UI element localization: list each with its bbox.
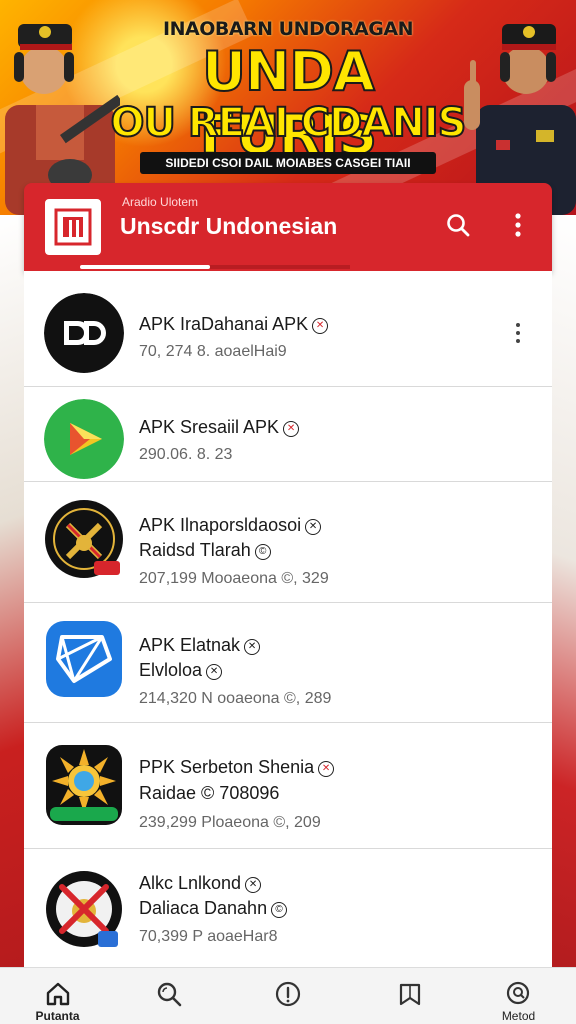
info-icon <box>275 981 300 1007</box>
app-developer: Raidae © 708096 <box>139 783 280 803</box>
item-menu-button[interactable] <box>506 315 530 351</box>
app-meta: 70,399 P aoaeHar8 <box>139 928 278 945</box>
app-meta: 70, 274 8. aoaelHai9 <box>139 343 287 360</box>
hero-kicker-text: INAOBARN UNDORAGAN <box>163 18 413 40</box>
nav-bookmarks[interactable] <box>352 968 467 1024</box>
background-flag-right <box>552 215 576 975</box>
inactive-tab-indicator <box>210 265 350 269</box>
app-developer: Elvloloa ✕ <box>139 660 223 681</box>
more-options-button[interactable] <box>500 207 536 243</box>
verified-badge-icon: ✕ <box>206 664 223 680</box>
app-meta: 239,299 Ploaeona ©, 209 <box>139 814 321 831</box>
sun-logo-icon <box>44 743 124 827</box>
list-item[interactable]: PPK Serbeton Shenia ✕ Raidae © 708096 239… <box>24 723 552 849</box>
active-tab-indicator <box>80 265 210 269</box>
nav-home-label: Putanta <box>35 1009 80 1023</box>
verified-badge-icon: ✕ <box>312 318 329 334</box>
nav-info[interactable] <box>230 968 345 1024</box>
app-bar: Aradio Ulotem Unscdr Undonesian <box>24 183 552 271</box>
item-menu-button[interactable] <box>506 767 530 803</box>
app-list: APK IraDahanai APK ✕ 70, 274 8. aoaelHai9… <box>24 271 552 967</box>
search-circle-icon <box>506 981 529 1005</box>
more-vertical-icon <box>515 213 521 237</box>
item-menu-button[interactable] <box>506 893 530 929</box>
background-flag-left <box>0 215 24 975</box>
app-name: Alkc Lnlkond ✕ <box>139 873 262 894</box>
bottom-navigation: Putanta Metod <box>0 967 576 1024</box>
hero-title-line2: OU REAI CDANIS <box>110 99 468 147</box>
item-menu-button[interactable] <box>506 645 530 681</box>
green-play-logo-icon <box>44 399 124 479</box>
verified-badge-icon: ✕ <box>245 877 262 893</box>
app-subtitle: Aradio Ulotem <box>122 195 199 209</box>
nav-search[interactable] <box>111 968 226 1024</box>
app-logo-icon[interactable] <box>45 199 101 255</box>
dd-logo-icon <box>44 293 124 373</box>
verified-badge-icon: © <box>271 902 288 918</box>
emblem-cross-logo-icon <box>44 867 124 951</box>
verified-badge-icon: ✕ <box>283 421 300 437</box>
app-name: APK Elatnak ✕ <box>139 635 261 656</box>
app-meta: 214,320 N ooaeona ©, 289 <box>139 690 332 707</box>
nav-method-label: Metod <box>501 1009 536 1023</box>
app-name: APK Ilnaporsldaosoi ✕ <box>139 515 322 536</box>
list-item[interactable]: APK Ilnaporsldaosoi ✕ Raidsd Tlarah © 207,… <box>24 483 552 603</box>
home-icon <box>46 982 69 1006</box>
app-name: PPK Serbeton Shenia ✕ <box>139 757 335 778</box>
blue-geometric-logo-icon <box>44 619 124 699</box>
nav-method[interactable]: Metod <box>461 968 576 1024</box>
verified-badge-icon: © <box>254 544 271 560</box>
search-button[interactable] <box>440 207 476 243</box>
verified-badge-icon: ✕ <box>305 519 322 535</box>
list-item[interactable]: APK Sresaiil APK ✕ 290.06. 8. 23 <box>24 387 552 482</box>
app-name: APK Sresaiil APK ✕ <box>139 417 300 438</box>
nav-home[interactable]: Putanta <box>0 968 115 1024</box>
emblem-logo-icon <box>44 499 124 579</box>
app-name: APK IraDahanai APK ✕ <box>139 314 329 335</box>
app-developer: Daliaca Danahn © <box>139 898 288 919</box>
search-icon <box>447 214 470 237</box>
app-title: Unscdr Undonesian <box>120 213 338 239</box>
bookmark-icon <box>399 983 420 1006</box>
list-item[interactable]: APK IraDahanai APK ✕ 70, 274 8. aoaelHai9 <box>24 271 552 387</box>
verified-badge-icon: ✕ <box>318 761 335 777</box>
search-icon <box>157 982 181 1007</box>
list-item[interactable]: APK Elatnak ✕ Elvloloa ✕ 214,320 N ooaeona… <box>24 603 552 723</box>
hero-subtitle: SIIDEDI CSOI DAIL MOIABES CASGEI TIAII <box>140 152 436 174</box>
app-developer: Raidsd Tlarah © <box>139 540 271 561</box>
app-meta: 207,199 Mooaeona ©, 329 <box>139 570 329 587</box>
verified-badge-icon: ✕ <box>244 639 261 655</box>
list-item[interactable]: Alkc Lnlkond ✕ Daliaca Danahn © 70,399 P a… <box>24 849 552 967</box>
item-menu-button[interactable] <box>506 525 530 561</box>
item-menu-button[interactable] <box>506 419 530 455</box>
app-meta: 290.06. 8. 23 <box>139 446 233 463</box>
